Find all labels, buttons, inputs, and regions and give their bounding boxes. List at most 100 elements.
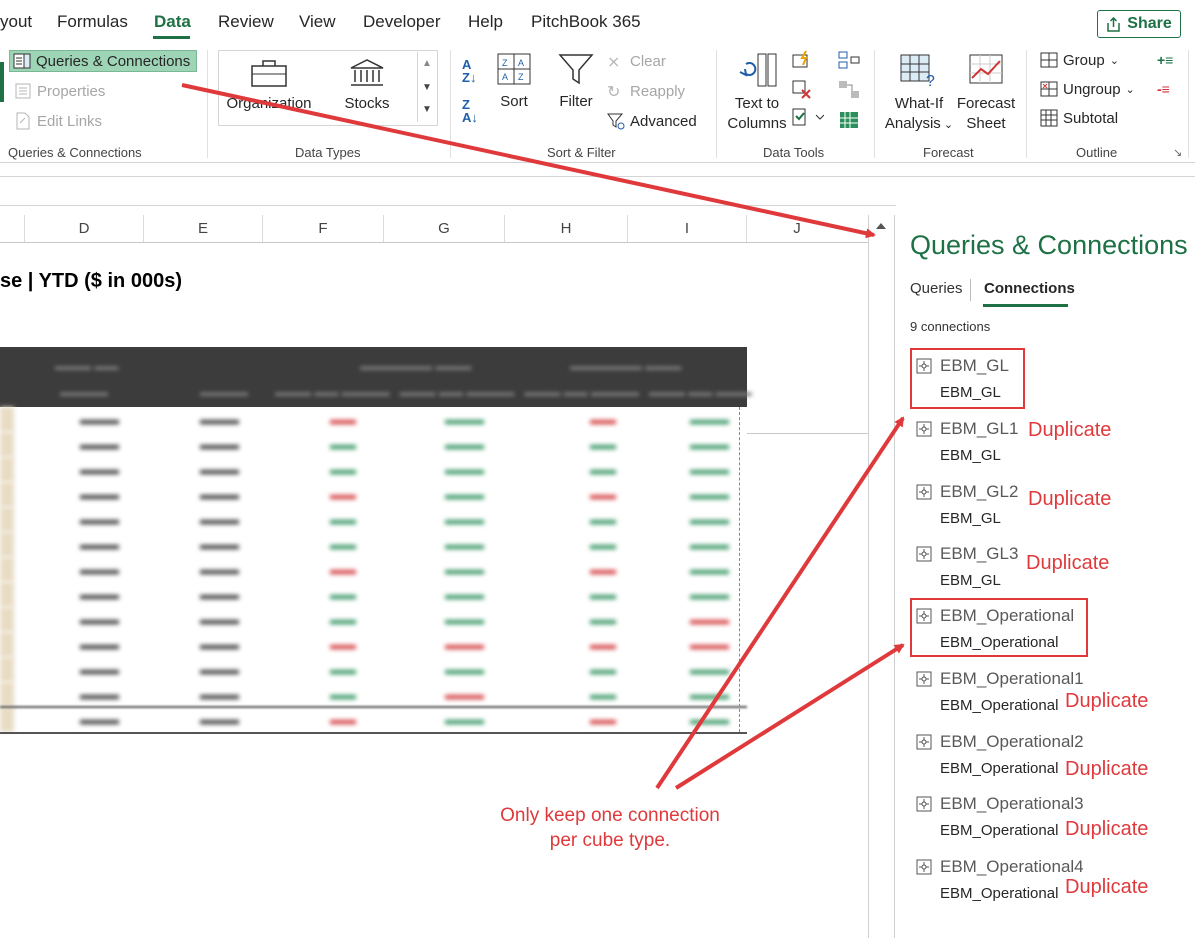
advanced-label: Advanced bbox=[630, 112, 697, 130]
svg-text:?: ? bbox=[926, 73, 935, 88]
connection-count: 9 connections bbox=[910, 319, 991, 334]
tab-pitchbook[interactable]: PitchBook 365 bbox=[531, 12, 641, 32]
column-header-f[interactable]: F bbox=[263, 215, 384, 242]
connection-name: EBM_GL2 bbox=[940, 482, 1019, 501]
advanced-filter-button[interactable]: Advanced bbox=[607, 112, 697, 130]
properties-button[interactable]: Properties bbox=[14, 82, 105, 100]
column-header-c[interactable] bbox=[0, 215, 25, 242]
column-header-d[interactable]: D bbox=[25, 215, 144, 242]
cube-connection-icon bbox=[916, 796, 932, 812]
tab-data[interactable]: Data bbox=[154, 12, 191, 32]
data-validation-icon bbox=[792, 108, 825, 126]
remove-duplicates-icon bbox=[792, 80, 811, 99]
clear-filter-button[interactable]: ⨯ Clear bbox=[607, 52, 666, 72]
queries-connections-button[interactable]: Queries & Connections bbox=[9, 50, 198, 72]
outline-dialog-launcher-icon[interactable]: ↘ bbox=[1173, 146, 1182, 159]
ungroup-button[interactable]: Ungroup ⌄ bbox=[1040, 80, 1135, 98]
subtotal-label: Subtotal bbox=[1063, 109, 1119, 127]
text-to-columns-button[interactable]: Text to Columns bbox=[727, 52, 787, 134]
get-data-icon-fragment bbox=[0, 62, 4, 102]
column-header-e[interactable]: E bbox=[144, 215, 263, 242]
tab-help[interactable]: Help bbox=[468, 12, 503, 32]
group-separator bbox=[874, 50, 875, 158]
show-detail-icon[interactable]: +≡ bbox=[1157, 52, 1173, 68]
connection-item[interactable]: EBM_Operational3 EBM_Operational bbox=[913, 794, 1193, 852]
relationships-icon bbox=[839, 81, 859, 98]
table-row: ▬▬▬ ▬▬▬ ▬▬ ▬▬▬ ▬▬ ▬▬▬ bbox=[0, 657, 747, 682]
what-if-analysis-button[interactable]: ? What-If Analysis ⌄ bbox=[883, 52, 955, 135]
tab-connections[interactable]: Connections bbox=[984, 280, 1075, 297]
text-to-columns-icon bbox=[739, 53, 777, 87]
tab-view[interactable]: View bbox=[299, 12, 336, 32]
table-row: ▬▬▬ ▬▬▬ ▬▬ ▬▬▬ ▬▬ ▬▬▬ bbox=[0, 707, 747, 732]
column-header-i[interactable]: I bbox=[628, 215, 747, 242]
highlight-box-ebm-gl bbox=[910, 348, 1025, 409]
sort-icon: Z AA Z bbox=[497, 53, 531, 85]
duplicate-label: Duplicate bbox=[1028, 419, 1112, 441]
clear-filter-icon: ⨯ bbox=[607, 54, 621, 71]
flash-fill-icon bbox=[792, 50, 808, 68]
group-separator bbox=[207, 50, 208, 158]
cube-connection-icon bbox=[916, 734, 932, 750]
table-row: ▬▬▬ ▬▬▬ ▬▬ ▬▬▬ ▬▬ ▬▬▬ bbox=[0, 632, 747, 657]
sort-a-z-button[interactable]: A Z↓ bbox=[462, 58, 476, 84]
forecast-sheet-button[interactable]: Forecast Sheet bbox=[955, 52, 1017, 134]
reapply-icon: ↻ bbox=[607, 84, 621, 101]
connections-tab-indicator bbox=[983, 304, 1068, 307]
table-header: ▬▬▬ ▬▬ ▬▬▬▬▬▬ ▬▬▬ ▬▬▬▬▬▬ ▬▬▬ ▬▬▬▬ ▬▬▬▬ ▬… bbox=[0, 347, 752, 407]
subtotal-button[interactable]: Subtotal bbox=[1040, 109, 1118, 127]
tab-page-layout[interactable]: yout bbox=[0, 12, 32, 32]
data-model-button[interactable] bbox=[838, 108, 860, 135]
cube-connection-icon bbox=[916, 484, 932, 500]
data-validation-button[interactable] bbox=[792, 108, 825, 133]
tab-formulas[interactable]: Formulas bbox=[57, 12, 128, 32]
data-model-icon bbox=[840, 112, 858, 128]
tab-developer[interactable]: Developer bbox=[363, 12, 441, 32]
briefcase-icon bbox=[251, 60, 287, 87]
flash-fill-button[interactable] bbox=[792, 50, 812, 75]
duplicate-label: Duplicate bbox=[1065, 876, 1149, 898]
queries-connections-label: Queries & Connections bbox=[36, 52, 191, 70]
share-button[interactable]: Share bbox=[1097, 10, 1181, 38]
connection-item[interactable]: EBM_Operational4 EBM_Operational bbox=[913, 857, 1193, 915]
filter-button[interactable]: Filter bbox=[556, 52, 596, 112]
gridline bbox=[747, 433, 868, 434]
scroll-up-icon[interactable] bbox=[876, 223, 886, 229]
group-button[interactable]: Group ⌄ bbox=[1040, 51, 1119, 69]
filter-label: Filter bbox=[559, 93, 593, 110]
table-row: ▬▬▬ ▬▬▬ ▬▬ ▬▬▬ ▬▬ ▬▬▬ bbox=[0, 532, 747, 557]
reapply-button[interactable]: ↻ Reapply bbox=[607, 82, 685, 102]
forecast-group-label: Forecast bbox=[923, 145, 974, 160]
consolidate-button[interactable] bbox=[838, 50, 860, 75]
group-separator bbox=[716, 50, 717, 158]
table-row: ▬▬▬ ▬▬▬ ▬▬ ▬▬▬ ▬▬ ▬▬▬ bbox=[0, 507, 747, 532]
column-header-j[interactable]: J bbox=[747, 215, 847, 242]
organization-button[interactable]: Organization bbox=[224, 58, 314, 114]
connection-source: EBM_Operational bbox=[940, 760, 1059, 777]
connection-item[interactable]: EBM_Operational1 EBM_Operational bbox=[913, 669, 1193, 727]
sort-z-a-button[interactable]: Z A↓ bbox=[462, 98, 478, 124]
tab-review[interactable]: Review bbox=[218, 12, 274, 32]
sort-button[interactable]: ZAAZ Sort bbox=[494, 52, 534, 112]
text-to-columns-label-1: Text to bbox=[734, 95, 780, 112]
column-header-g[interactable]: G bbox=[384, 215, 505, 242]
remove-duplicates-button[interactable] bbox=[792, 80, 812, 105]
edit-links-button[interactable]: Edit Links bbox=[14, 112, 102, 130]
svg-text:Z: Z bbox=[502, 58, 508, 68]
gallery-scroll[interactable]: ▲ ▼ ▼ bbox=[417, 52, 436, 122]
tab-queries[interactable]: Queries bbox=[910, 280, 963, 297]
formula-bar[interactable] bbox=[0, 176, 1195, 206]
properties-icon bbox=[15, 83, 31, 99]
stocks-button[interactable]: Stocks bbox=[333, 58, 401, 114]
subtotal-icon bbox=[1040, 109, 1058, 127]
column-header-h[interactable]: H bbox=[505, 215, 628, 242]
vertical-scrollbar[interactable] bbox=[868, 215, 895, 938]
connection-source: EBM_GL bbox=[940, 572, 1001, 589]
svg-text:Z: Z bbox=[518, 72, 524, 82]
connection-item[interactable]: EBM_Operational2 EBM_Operational bbox=[913, 732, 1193, 790]
hide-detail-icon[interactable]: -≡ bbox=[1157, 81, 1170, 97]
ribbon-tab-row: yout Formulas Data Review View Developer… bbox=[0, 0, 1195, 46]
active-tab-indicator bbox=[153, 36, 190, 39]
relationships-button[interactable] bbox=[838, 80, 860, 105]
connection-source: EBM_Operational bbox=[940, 822, 1059, 839]
